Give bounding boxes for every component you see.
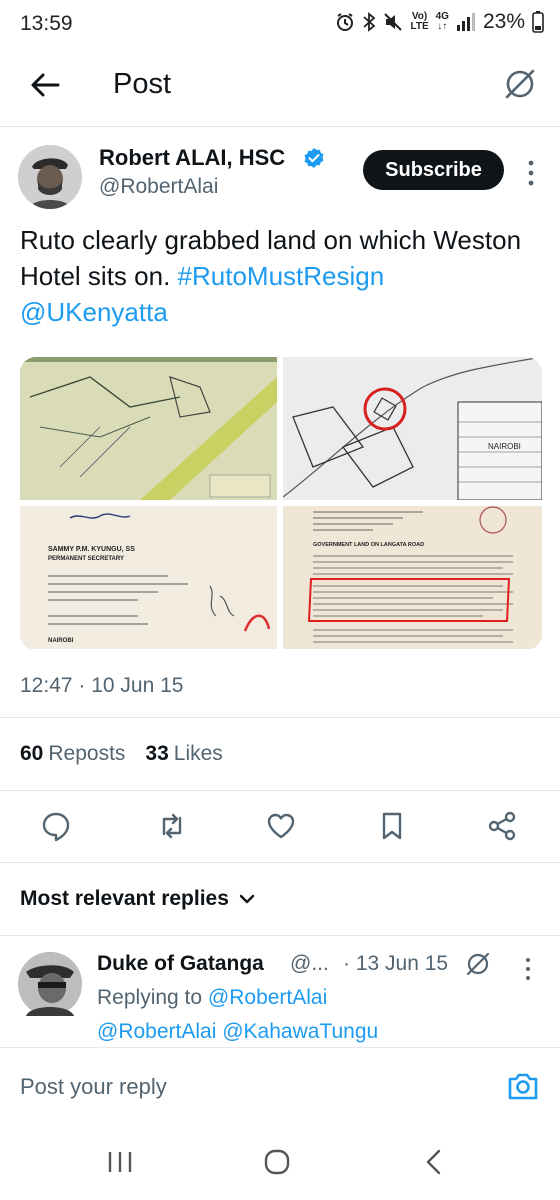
bluetooth-icon bbox=[363, 12, 376, 32]
status-time: 13:59 bbox=[20, 12, 73, 35]
actions-divider bbox=[0, 862, 560, 863]
letter-page-4: GOVERNMENT LAND ON LANGATA ROAD bbox=[283, 506, 542, 649]
reply-author-handle[interactable]: @... bbox=[290, 952, 329, 976]
reply-text[interactable]: @RobertAlai @KahawaTungu bbox=[97, 1020, 378, 1044]
author-avatar[interactable] bbox=[18, 145, 82, 209]
media-grid: NAIROBI SAMMY P.M. KYUNGU, SS PERMANENT … bbox=[20, 357, 542, 650]
replies-sort-label: Most relevant replies bbox=[20, 887, 229, 910]
share-icon[interactable] bbox=[486, 810, 518, 842]
grok-icon[interactable] bbox=[502, 66, 538, 102]
likes-count: 33 bbox=[145, 742, 169, 765]
engagement-divider bbox=[0, 790, 560, 791]
likes-label: Likes bbox=[173, 742, 223, 765]
author-handle[interactable]: @RobertAlai bbox=[99, 175, 218, 199]
post-timestamp: 12:47 · 10 Jun 15 bbox=[20, 674, 184, 697]
page-title: Post bbox=[113, 68, 172, 100]
data-indicator: 4G ↓↑ bbox=[435, 11, 449, 32]
timestamp-divider bbox=[0, 717, 560, 718]
repost-icon[interactable] bbox=[156, 810, 188, 842]
replies-divider bbox=[0, 935, 560, 936]
mute-icon bbox=[384, 13, 403, 31]
letter-signatory: SAMMY P.M. KYUNGU, SS bbox=[48, 546, 135, 553]
letter-signatory-title: PERMANENT SECRETARY bbox=[48, 556, 124, 562]
reposts-count: 60 bbox=[20, 742, 44, 765]
reposts-stat[interactable]: 60 Reposts bbox=[20, 742, 125, 766]
system-nav-bar bbox=[0, 1122, 560, 1200]
status-bar: 13:59 Vo) LTE 4G ↓↑ 23% bbox=[0, 0, 560, 50]
more-vertical-icon[interactable] bbox=[520, 956, 536, 982]
media-image-2[interactable]: NAIROBI bbox=[283, 357, 542, 500]
heart-icon[interactable] bbox=[265, 810, 297, 842]
map-drawing-1 bbox=[20, 357, 277, 500]
header-divider bbox=[0, 126, 560, 127]
more-vertical-icon[interactable] bbox=[521, 158, 541, 188]
reposts-label: Reposts bbox=[48, 742, 126, 765]
reply-input[interactable] bbox=[20, 1074, 460, 1100]
letter-page-3: SAMMY P.M. KYUNGU, SS PERMANENT SECRETAR… bbox=[20, 506, 277, 649]
letter-city: NAIROBI bbox=[48, 638, 74, 644]
engagement-stats: 60 Reposts 33 Likes bbox=[20, 742, 223, 766]
avatar-photo bbox=[18, 145, 82, 209]
battery-icon bbox=[532, 11, 544, 33]
chevron-down-icon bbox=[239, 894, 255, 904]
replying-prefix: Replying to bbox=[97, 986, 203, 1009]
reply-date: · 13 Jun 15 bbox=[343, 952, 449, 975]
grok-icon[interactable] bbox=[464, 950, 492, 978]
reply-avatar[interactable] bbox=[18, 952, 82, 1016]
mention-link[interactable]: @UKenyatta bbox=[20, 297, 168, 327]
media-image-1[interactable] bbox=[20, 357, 277, 500]
media-image-4[interactable]: GOVERNMENT LAND ON LANGATA ROAD bbox=[283, 506, 542, 649]
battery-percent: 23% bbox=[482, 10, 525, 33]
verified-badge-icon bbox=[304, 148, 324, 168]
back-nav-icon[interactable] bbox=[414, 1146, 454, 1178]
home-icon[interactable] bbox=[257, 1146, 297, 1178]
map-drawing-2: NAIROBI bbox=[283, 357, 542, 500]
author-name[interactable]: Robert ALAI, HSC bbox=[99, 145, 285, 171]
bookmark-icon[interactable] bbox=[376, 810, 408, 842]
status-icons: Vo) LTE 4G ↓↑ 23% bbox=[335, 10, 544, 34]
reply-context: Replying to @RobertAlai bbox=[97, 986, 327, 1010]
app-header: Post bbox=[0, 52, 560, 122]
hashtag-link[interactable]: #RutoMustResign bbox=[178, 261, 385, 291]
alarm-icon bbox=[337, 13, 354, 31]
signal-icon bbox=[456, 13, 475, 31]
reply-composer bbox=[0, 1047, 560, 1122]
reply-icon[interactable] bbox=[40, 810, 72, 842]
media-image-3[interactable]: SAMMY P.M. KYUNGU, SS PERMANENT SECRETAR… bbox=[20, 506, 277, 649]
letter-heading: GOVERNMENT LAND ON LANGATA ROAD bbox=[313, 542, 424, 548]
subscribe-button[interactable]: Subscribe bbox=[363, 150, 504, 190]
action-bar bbox=[0, 806, 560, 846]
map-caption: NAIROBI bbox=[488, 442, 521, 451]
post-text: Ruto clearly grabbed land on which Westo… bbox=[20, 222, 545, 330]
volte-indicator: Vo) LTE bbox=[410, 11, 429, 32]
likes-stat[interactable]: 33 Likes bbox=[145, 742, 222, 766]
replies-sort-dropdown[interactable]: Most relevant replies bbox=[20, 887, 255, 911]
reply-avatar-photo bbox=[18, 952, 82, 1016]
camera-icon[interactable] bbox=[506, 1070, 540, 1102]
replying-to-link[interactable]: @RobertAlai bbox=[208, 986, 327, 1009]
reply-author-name[interactable]: Duke of Gatanga bbox=[97, 952, 264, 976]
recent-apps-icon[interactable] bbox=[100, 1146, 140, 1178]
arrow-left-icon[interactable] bbox=[28, 68, 62, 102]
